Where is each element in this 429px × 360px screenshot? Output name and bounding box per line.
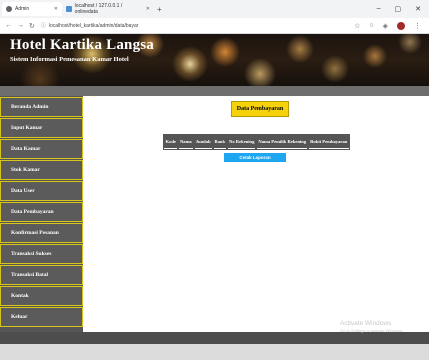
column-header-kode: Kode (162, 133, 180, 150)
new-tab-icon[interactable]: + (157, 5, 162, 14)
column-header-bank: Bank (211, 133, 229, 150)
maximize-icon[interactable]: ▢ (395, 5, 402, 13)
shield-icon[interactable]: ◈ (383, 22, 388, 30)
nav-strip (0, 86, 429, 96)
globe-icon (6, 6, 12, 12)
main-content: Data Pembayaran Kode Nama Jumlah Bank No… (83, 96, 429, 332)
sidebar-item-kontak[interactable]: Kontak (0, 286, 83, 306)
print-report-button[interactable]: Cetak Laporan (224, 153, 286, 162)
column-header-nama-pemilik: Nama Pemilik Rekening (255, 133, 310, 150)
profile-avatar[interactable] (397, 21, 405, 30)
payment-table: Kode Nama Jumlah Bank No Rekening Nama P… (162, 133, 351, 150)
activate-windows-watermark: Activate Windows Go to Settings to activ… (340, 320, 403, 334)
address-bar: ← → ↻ ⓘ localhost/hotel_kartika/admin/da… (0, 18, 429, 34)
column-header-nama: Nama (176, 133, 195, 150)
star-icon[interactable]: ☆ (354, 22, 360, 30)
tab-label: Admin (15, 6, 30, 12)
extensions-area: ☆ ○ ◈ ⋮ (354, 21, 429, 30)
sidebar-item-data-kamar[interactable]: Data Kamar (0, 139, 83, 159)
page-title: Data Pembayaran (231, 101, 289, 117)
footer-bottom (0, 344, 429, 360)
forward-icon[interactable]: → (17, 22, 24, 29)
browser-tab-bar: Admin ✕ localhost / 127.0.0.1 / onlineda… (0, 0, 429, 18)
column-header-bukti: Bukti Pembayaran (307, 133, 351, 150)
phpmyadmin-icon (66, 6, 72, 12)
watermark-title: Activate Windows (340, 320, 392, 327)
sidebar-item-keluar[interactable]: Keluar (0, 307, 83, 327)
url-field[interactable]: ⓘ localhost/hotel_kartika/admin/data/bay… (41, 22, 354, 30)
sidebar-item-data-user[interactable]: Data User (0, 181, 83, 201)
sidebar-item-stok-kamar[interactable]: Stok Kamar (0, 160, 83, 180)
info-icon[interactable]: ⓘ (41, 22, 46, 29)
watermark-subtitle: Go to Settings to activate Windows. (340, 328, 404, 333)
site-title: Hotel Kartika Langsa (10, 37, 155, 53)
close-tab-icon[interactable]: ✕ (146, 6, 150, 12)
window-controls: – ▢ ✕ (377, 5, 429, 13)
sidebar-item-input-kamar[interactable]: Input Kamar (0, 118, 83, 138)
header-banner: Hotel Kartika Langsa Sistem Informasi Pe… (0, 34, 429, 86)
minimize-icon[interactable]: – (377, 5, 381, 13)
close-window-icon[interactable]: ✕ (415, 5, 421, 13)
tab-phpmyadmin[interactable]: localhost / 127.0.0.1 / onlinedata ✕ (62, 2, 154, 16)
close-tab-icon[interactable]: ✕ (54, 6, 58, 12)
extension-icon[interactable]: ○ (369, 22, 373, 29)
sidebar: Beranda Admin Input Kamar Data Kamar Sto… (0, 96, 83, 332)
tab-label: localhost / 127.0.0.1 / onlinedata (74, 3, 123, 15)
url-text: localhost/hotel_kartika/admin/data/bayar (48, 22, 139, 29)
back-icon[interactable]: ← (5, 22, 12, 29)
reload-icon[interactable]: ↻ (29, 22, 35, 30)
column-header-jumlah: Jumlah (192, 133, 214, 150)
sidebar-item-konfirmasi-pesanan[interactable]: Konfirmasi Pesanan (0, 223, 83, 243)
table-header-row: Kode Nama Jumlah Bank No Rekening Nama P… (162, 133, 351, 150)
sidebar-item-beranda-admin[interactable]: Beranda Admin (0, 97, 83, 117)
sidebar-item-transaksi-sukses[interactable]: Transaksi Sukses (0, 244, 83, 264)
sidebar-item-transaksi-batal[interactable]: Transaksi Batal (0, 265, 83, 285)
site-subtitle: Sistem Informasi Pemesanan Kamar Hotel (10, 56, 129, 63)
menu-icon[interactable]: ⋮ (414, 22, 421, 30)
sidebar-item-data-pembayaran[interactable]: Data Pembayaran (0, 202, 83, 222)
column-header-no-rekening: No Rekening (226, 133, 258, 150)
tab-admin[interactable]: Admin ✕ (2, 2, 62, 16)
